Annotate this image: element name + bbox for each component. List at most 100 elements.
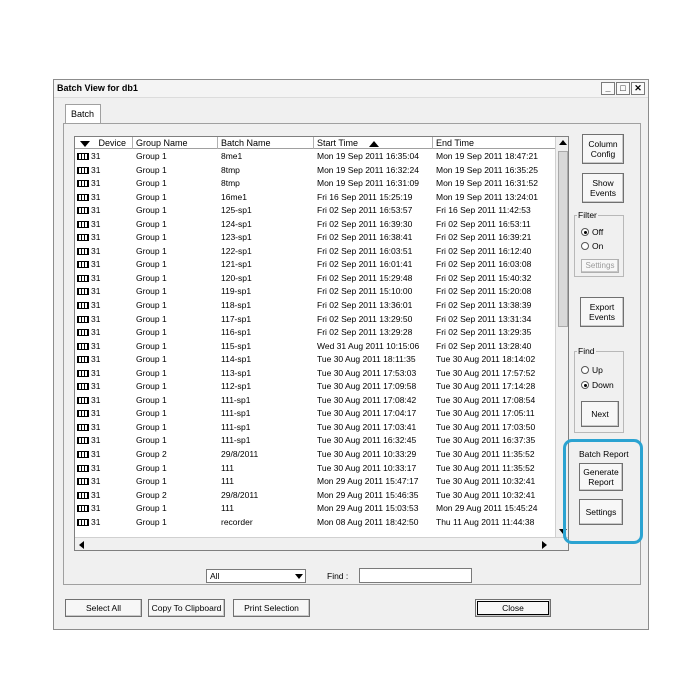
group-cell: Group 1	[136, 232, 167, 243]
column-header-batch[interactable]: Batch Name	[218, 137, 314, 149]
header-dropdown-icon[interactable]	[80, 140, 90, 147]
batch-report-highlight	[563, 439, 643, 544]
batch-cell: 123-sp1	[221, 232, 252, 243]
print-selection-button[interactable]: Print Selection	[233, 599, 310, 617]
end-time-cell: Tue 30 Aug 2011 10:32:41	[436, 476, 536, 487]
end-time-cell: Tue 30 Aug 2011 17:05:11	[436, 408, 535, 419]
device-cell: 31	[91, 421, 101, 432]
device-cell: 31	[91, 245, 101, 256]
filter-off-label: Off	[592, 227, 604, 237]
device-icon	[77, 261, 89, 269]
filter-select[interactable]: All	[206, 569, 306, 583]
tab-batch[interactable]: Batch	[65, 104, 102, 123]
batch-cell: 124-sp1	[221, 218, 252, 229]
device-icon	[77, 302, 89, 310]
start-time-cell: Fri 02 Sep 2011 16:01:41	[317, 259, 413, 270]
device-cell: 31	[91, 232, 101, 243]
show-events-button[interactable]: Show Events	[582, 173, 624, 203]
minimize-button[interactable]: _	[601, 82, 615, 95]
scroll-up-icon[interactable]	[559, 140, 567, 145]
find-next-button[interactable]: Next	[581, 401, 619, 427]
end-time-cell: Fri 02 Sep 2011 13:29:35	[436, 327, 532, 338]
export-events-button[interactable]: Export Events	[580, 297, 624, 327]
end-time-cell: Fri 02 Sep 2011 16:39:21	[436, 232, 532, 243]
maximize-button[interactable]: □	[616, 82, 630, 95]
batch-cell: 114-sp1	[221, 354, 252, 365]
device-icon	[77, 207, 89, 215]
end-time-cell: Mon 19 Sep 2011 18:47:21	[436, 151, 538, 161]
table-row[interactable]: 31 Group 1 113-sp1 Tue 30 Aug 2011 17:53:03…	[75, 367, 555, 381]
device-icon	[77, 396, 89, 404]
group-cell: Group 1	[136, 354, 167, 365]
table-row[interactable]: 31 Group 1 114-sp1 Tue 30 Aug 2011 18:11:35…	[75, 353, 555, 367]
chevron-down-icon[interactable]	[295, 574, 303, 579]
batch-cell: 111	[221, 476, 234, 487]
column-header-group[interactable]: Group Name	[133, 137, 218, 149]
table-row[interactable]: 31 Group 1 16me1 Fri 16 Sep 2011 15:25:19 Mo…	[75, 191, 555, 205]
batch-cell: 116-sp1	[221, 327, 252, 338]
table-row[interactable]: 31 Group 2 29/8/2011 Tue 30 Aug 2011 10:33:…	[75, 448, 555, 462]
close-button[interactable]: Close	[475, 599, 551, 617]
table-row[interactable]: 31 Group 1 8tmp Mon 19 Sep 2011 16:32:24 Mon…	[75, 164, 555, 178]
device-icon	[77, 153, 89, 160]
table-row[interactable]: 31 Group 1 124-sp1 Fri 02 Sep 2011 16:39:30…	[75, 218, 555, 232]
device-cell: 31	[91, 218, 101, 229]
close-window-button[interactable]: ✕	[631, 82, 645, 95]
start-time-cell: Tue 30 Aug 2011 10:33:29	[317, 449, 417, 460]
batch-cell: 117-sp1	[221, 313, 252, 324]
table-row[interactable]: 31 Group 1 121-sp1 Fri 02 Sep 2011 16:01:41…	[75, 258, 555, 272]
table-row[interactable]: 31 Group 1 118-sp1 Fri 02 Sep 2011 13:36:01…	[75, 299, 555, 313]
radio-selected-icon	[581, 381, 589, 389]
table-row[interactable]: 31 Group 1 111-sp1 Tue 30 Aug 2011 17:03:41…	[75, 421, 555, 435]
scroll-left-icon[interactable]	[79, 541, 84, 549]
table-row[interactable]: 31 Group 1 120-sp1 Fri 02 Sep 2011 15:29:48…	[75, 272, 555, 286]
batch-cell: 111-sp1	[221, 408, 251, 419]
find-down-radio[interactable]: Down	[581, 380, 614, 390]
filter-on-radio[interactable]: On	[581, 241, 603, 251]
table-row[interactable]: 31 Group 1 123-sp1 Fri 02 Sep 2011 16:38:41…	[75, 231, 555, 245]
device-cell: 31	[91, 272, 101, 283]
table-row[interactable]: 31 Group 1 8tmp Mon 19 Sep 2011 16:31:09 Mon…	[75, 177, 555, 191]
table-row[interactable]: 31 Group 1 116-sp1 Fri 02 Sep 2011 13:29:28…	[75, 326, 555, 340]
table-row[interactable]: 31 Group 1 recorder Mon 08 Aug 2011 18:42:5…	[75, 516, 555, 530]
table-row[interactable]: 31 Group 1 8me1 Mon 19 Sep 2011 16:35:04 Mon…	[75, 150, 555, 164]
table-row[interactable]: 31 Group 1 112-sp1 Tue 30 Aug 2011 17:09:58…	[75, 380, 555, 394]
table-row[interactable]: 31 Group 1 111-sp1 Tue 30 Aug 2011 17:08:42…	[75, 394, 555, 408]
device-icon	[77, 180, 89, 188]
table-row[interactable]: 31 Group 1 111 Mon 29 Aug 2011 15:47:17 Tue …	[75, 475, 555, 489]
table-row[interactable]: 31 Group 1 111-sp1 Tue 30 Aug 2011 16:32:45…	[75, 434, 555, 448]
device-cell: 31	[91, 435, 101, 446]
copy-to-clipboard-button[interactable]: Copy To Clipboard	[148, 599, 225, 617]
table-row[interactable]: 31 Group 1 122-sp1 Fri 02 Sep 2011 16:03:51…	[75, 245, 555, 259]
start-header-label: Start Time	[317, 138, 359, 148]
scroll-right-icon[interactable]	[542, 541, 547, 549]
start-time-cell: Fri 02 Sep 2011 13:29:50	[317, 313, 413, 324]
start-time-cell: Fri 02 Sep 2011 15:10:00	[317, 286, 413, 297]
group-cell: Group 1	[136, 300, 167, 311]
table-row[interactable]: 31 Group 1 111 Tue 30 Aug 2011 10:33:17 Tue …	[75, 462, 555, 476]
find-up-radio[interactable]: Up	[581, 365, 603, 375]
horizontal-scrollbar[interactable]	[75, 537, 568, 550]
table-row[interactable]: 31 Group 1 119-sp1 Fri 02 Sep 2011 15:10:00…	[75, 285, 555, 299]
table-row[interactable]: 31 Group 2 29/8/2011 Mon 29 Aug 2011 15:46:…	[75, 489, 555, 503]
table-row[interactable]: 31 Group 1 117-sp1 Fri 02 Sep 2011 13:29:50…	[75, 313, 555, 327]
find-input[interactable]	[359, 568, 472, 583]
filter-settings-button[interactable]: Settings	[581, 259, 619, 273]
device-icon	[77, 166, 89, 174]
table-row[interactable]: 31 Group 1 125-sp1 Fri 02 Sep 2011 16:53:57…	[75, 204, 555, 218]
select-all-button[interactable]: Select All	[65, 599, 142, 617]
device-icon	[77, 315, 89, 323]
vertical-scroll-thumb[interactable]	[558, 151, 568, 327]
table-row[interactable]: 31 Group 1 111 Mon 29 Aug 2011 15:03:53 Mon …	[75, 502, 555, 516]
table-row[interactable]: 31 Group 1 111-sp1 Tue 30 Aug 2011 17:04:17…	[75, 407, 555, 421]
table-row[interactable]: 31 Group 1 115-sp1 Wed 31 Aug 2011 10:15:06…	[75, 340, 555, 354]
filter-off-radio[interactable]: Off	[581, 227, 603, 237]
start-time-cell: Tue 30 Aug 2011 17:53:03	[317, 367, 417, 378]
column-config-button[interactable]: Column Config	[582, 134, 624, 164]
column-header-device[interactable]: Device	[75, 137, 133, 149]
start-time-cell: Tue 30 Aug 2011 16:32:45	[317, 435, 417, 446]
column-header-start[interactable]: Start Time	[314, 137, 433, 149]
device-icon	[77, 464, 89, 472]
device-cell: 31	[91, 286, 101, 297]
column-header-end[interactable]: End Time	[433, 137, 555, 149]
